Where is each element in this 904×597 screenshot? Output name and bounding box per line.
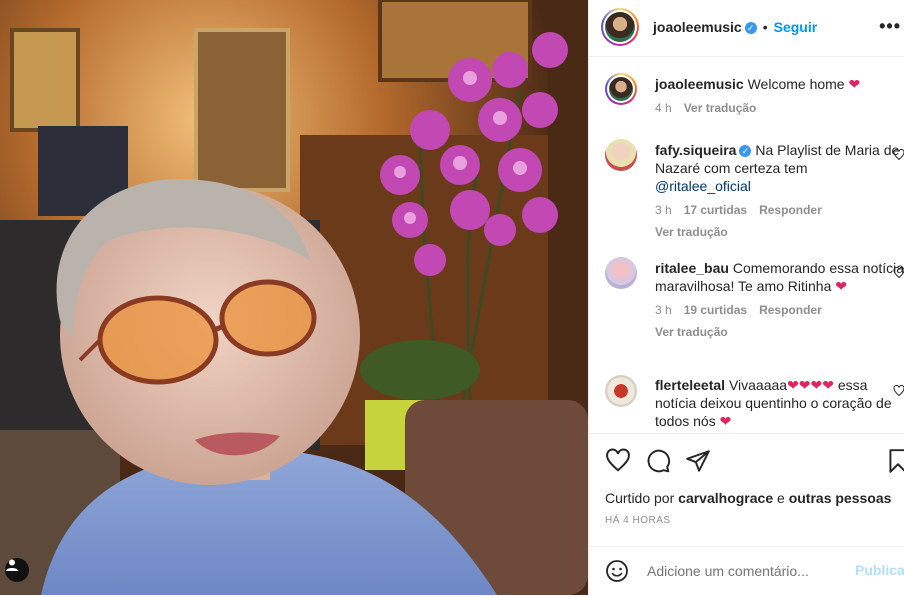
post-side-panel: joaoleemusic ✓ • Seguir ••• joaoleemusic We… — [588, 0, 904, 595]
commenter-avatar[interactable] — [605, 139, 637, 171]
comment-like-icon[interactable] — [893, 384, 904, 400]
comment-time: 3 h — [655, 203, 672, 217]
comment-translate-link[interactable]: Ver tradução — [655, 323, 904, 341]
author-avatar[interactable] — [601, 8, 639, 46]
comment-body: fafy.siqueira ✓ Na Playlist de Maria de N… — [655, 141, 904, 241]
heart-emojis: ❤❤❤❤ — [787, 377, 834, 393]
post-actions: Curtido por carvalhograce e outras pesso… — [589, 433, 904, 596]
comment-like-icon[interactable] — [893, 148, 904, 164]
add-comment-bar: Publicar — [589, 546, 904, 597]
comment-username[interactable]: flerteleetal — [655, 377, 725, 393]
caption-meta: 4 h Ver tradução — [655, 99, 904, 117]
post-header: joaoleemusic ✓ • Seguir ••• — [589, 0, 904, 57]
liked-by-user-link[interactable]: carvalhograce — [678, 490, 773, 506]
comment-time: 3 h — [655, 303, 672, 317]
caption-translate-link[interactable]: Ver tradução — [684, 101, 757, 115]
heart-emoji: ❤ — [719, 413, 732, 429]
save-bookmark-icon[interactable] — [885, 448, 904, 474]
comment-text-start: Vivaaaaa — [728, 377, 788, 393]
caption-username[interactable]: joaoleemusic — [655, 76, 744, 92]
liked-by-others-link[interactable]: outras pessoas — [789, 490, 892, 506]
like-heart-icon[interactable] — [605, 448, 631, 474]
comment-mention-link[interactable]: @ritalee_oficial — [655, 178, 751, 194]
comment-likes[interactable]: 19 curtidas — [684, 303, 747, 317]
separator-dot: • — [762, 19, 768, 35]
caption-avatar[interactable] — [605, 73, 637, 105]
comment-like-icon[interactable] — [893, 266, 904, 282]
comment-meta: 3 h 17 curtidas Responder — [655, 201, 904, 219]
comment-username[interactable]: ritalee_bau — [655, 260, 729, 276]
comment-likes[interactable]: 17 curtidas — [684, 203, 747, 217]
heart-emoji: ❤ — [848, 76, 861, 92]
commenter-avatar[interactable] — [605, 257, 637, 289]
tagged-user-icon[interactable] — [5, 558, 29, 582]
liked-by-conj: e — [777, 490, 785, 506]
liked-by-prefix: Curtido por — [605, 490, 675, 506]
verified-badge-icon: ✓ — [744, 21, 757, 34]
photo-illustration — [0, 0, 588, 595]
post-photo[interactable] — [0, 0, 588, 595]
reply-button[interactable]: Responder — [759, 203, 822, 217]
comments-list: joaoleemusic Welcome home ❤ 4 h Ver tradu… — [589, 57, 904, 432]
comment-body: flerteleetal Vivaaaaa❤❤❤❤ essa notícia d… — [655, 376, 904, 430]
liked-by-text: Curtido por carvalhograce e outras pesso… — [605, 490, 891, 506]
comment-input[interactable] — [645, 562, 849, 580]
caption-body: joaoleemusic Welcome home ❤ 4 h Ver tradu… — [655, 75, 904, 117]
comment-username[interactable]: fafy.siqueira — [655, 142, 736, 158]
comment-bubble-icon[interactable] — [645, 448, 671, 474]
post-timestamp[interactable]: HÁ 4 HORAS — [605, 515, 671, 526]
heart-emoji: ❤ — [835, 278, 848, 294]
author-username[interactable]: joaoleemusic — [653, 19, 742, 35]
publish-button[interactable]: Publicar — [855, 562, 904, 578]
comment-translate-link[interactable]: Ver tradução — [655, 223, 904, 241]
more-options-icon[interactable]: ••• — [879, 16, 901, 37]
caption-time: 4 h — [655, 101, 672, 115]
follow-button[interactable]: Seguir — [774, 19, 818, 35]
share-paper-plane-icon[interactable] — [685, 448, 711, 474]
verified-badge-icon: ✓ — [739, 145, 752, 158]
comment-meta: 3 h 19 curtidas Responder — [655, 301, 904, 319]
commenter-avatar[interactable] — [605, 375, 637, 407]
header-user-line: joaoleemusic ✓ • Seguir — [653, 19, 817, 37]
comment-body: ritalee_bau Comemorando essa notícia mar… — [655, 259, 904, 341]
instagram-post-modal: joaoleemusic ✓ • Seguir ••• joaoleemusic We… — [0, 0, 904, 595]
emoji-smiley-icon[interactable] — [605, 559, 629, 583]
caption-text: Welcome home — [747, 76, 845, 92]
reply-button[interactable]: Responder — [759, 303, 822, 317]
